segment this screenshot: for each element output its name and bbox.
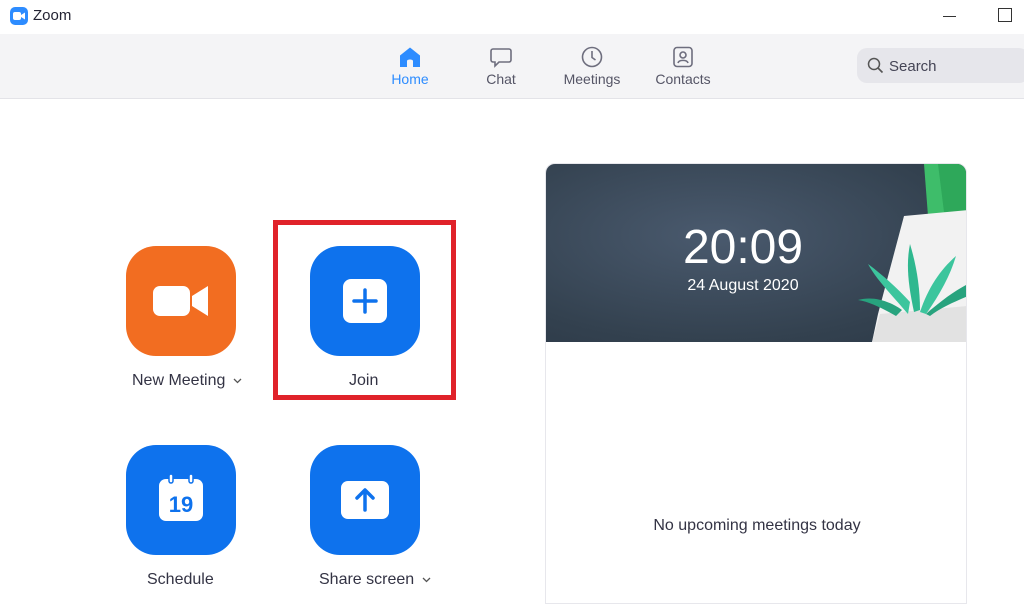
home-icon (400, 47, 420, 67)
contact-card-icon (673, 46, 693, 68)
chat-bubble-icon (490, 48, 512, 68)
tab-meetings-label: Meetings (563, 71, 621, 87)
chevron-down-icon[interactable] (422, 577, 431, 583)
clock-date: 24 August 2020 (687, 277, 799, 294)
share-screen-button[interactable] (310, 445, 420, 555)
clock-icon (581, 46, 603, 68)
tab-chat[interactable]: Chat (456, 46, 546, 92)
calendar-icon: 19 (159, 473, 203, 521)
search-box[interactable] (857, 48, 1024, 83)
new-meeting-button[interactable] (126, 246, 236, 356)
upload-arrow-icon (341, 481, 389, 519)
tab-home[interactable]: Home (365, 46, 455, 92)
chevron-down-icon[interactable] (233, 378, 242, 384)
schedule-button[interactable]: 19 (126, 445, 236, 555)
search-input[interactable] (889, 54, 1019, 78)
new-meeting-label-row[interactable]: New Meeting (132, 372, 242, 390)
no-meetings-message: No upcoming meetings today (653, 517, 861, 534)
video-camera-icon (153, 286, 208, 316)
tab-contacts-label: Contacts (655, 71, 711, 87)
maximize-icon[interactable] (998, 8, 1012, 22)
share-screen-label: Share screen (319, 571, 415, 588)
schedule-label: Schedule (147, 571, 214, 588)
tab-home-label: Home (391, 71, 429, 87)
clock-header: 20:09 24 August 2020 (546, 164, 966, 342)
top-nav-bar: Home Chat Meetings Contacts (0, 34, 1024, 99)
clock-time: 20:09 (682, 221, 804, 274)
new-meeting-label: New Meeting (132, 372, 226, 389)
minimize-icon[interactable] (939, 4, 959, 26)
calendar-day: 19 (169, 492, 193, 517)
app-title: Zoom (33, 7, 72, 24)
tab-meetings[interactable]: Meetings (547, 46, 637, 92)
zoom-camera-icon (10, 7, 28, 25)
tab-chat-label: Chat (486, 71, 516, 87)
join-highlight-box (273, 220, 456, 400)
upcoming-meetings-panel: 20:09 24 August 2020 No upcoming meeting… (545, 163, 967, 604)
title-bar: Zoom (0, 0, 1024, 34)
search-icon (867, 57, 884, 74)
share-screen-label-row[interactable]: Share screen (319, 571, 431, 589)
tab-contacts[interactable]: Contacts (638, 46, 728, 92)
